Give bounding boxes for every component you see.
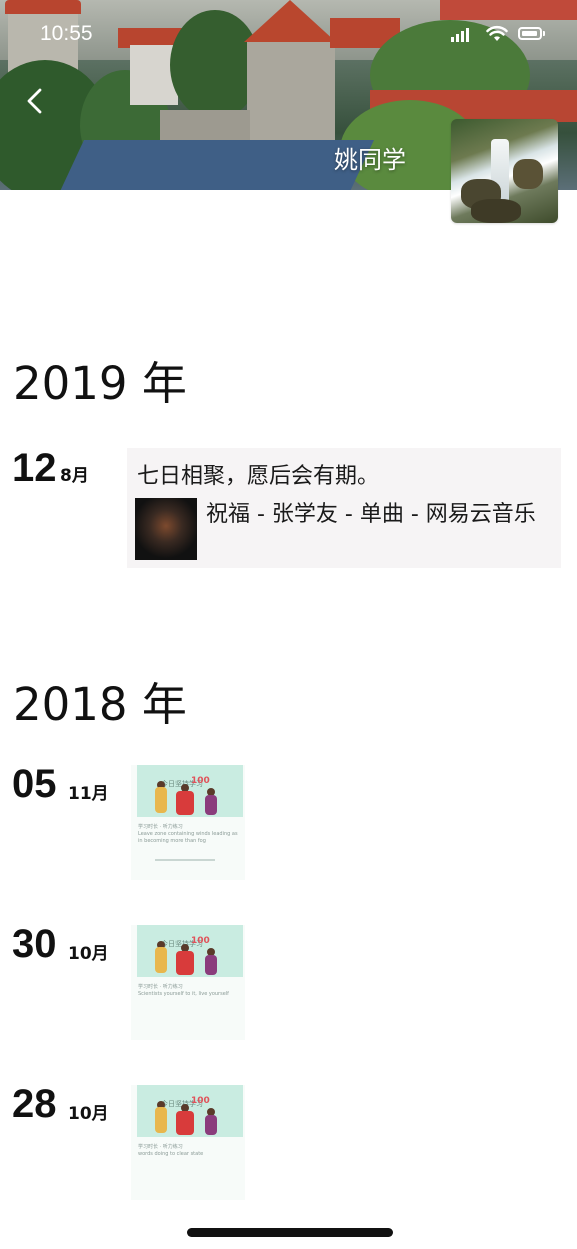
card-figure: [205, 1115, 217, 1135]
card-figure: [176, 1111, 194, 1135]
avatar-rock: [471, 199, 521, 223]
avatar-rock: [513, 159, 543, 189]
card-figure: [176, 951, 194, 975]
post-text: 七日相聚，愿后会有期。: [137, 464, 380, 489]
home-indicator[interactable]: [187, 1228, 393, 1237]
card-figure: [155, 787, 167, 813]
card-description: words doing to clear state: [138, 1151, 204, 1157]
wifi-icon: [486, 25, 508, 41]
battery-icon: [518, 27, 542, 40]
card-banner-count: 100: [191, 776, 210, 786]
card-description: Leave zone containing winds leading as i…: [138, 831, 238, 844]
entry-day: 30: [12, 922, 57, 966]
learning-card[interactable]: 今日坚持学习 100 学习时长 · 听力练习 Leave zone contai…: [131, 765, 245, 880]
signal-icon: [451, 28, 469, 42]
entry-month: 10月: [68, 944, 109, 964]
card-divider: [155, 859, 215, 861]
entry-day: 28: [12, 1082, 57, 1126]
entry-day: 12: [12, 446, 57, 490]
card-meta: 学习时长 · 听力练习: [138, 984, 183, 990]
year-heading: 2019 年: [13, 357, 187, 410]
card-description: Scientists yourself to it, live yourself: [138, 991, 229, 997]
status-time: 10:55: [40, 22, 93, 45]
year-heading: 2018 年: [13, 678, 187, 731]
avatar[interactable]: [451, 119, 558, 223]
learning-card[interactable]: 今日坚持学习 100 学习时长 · 听力练习 words doing to cl…: [131, 1085, 245, 1200]
entry-month: 10月: [68, 1104, 109, 1124]
cover-blue-roof: [56, 140, 374, 190]
cover-roof: [440, 0, 577, 20]
entry-month: 11月: [68, 784, 109, 804]
card-figure: [155, 1107, 167, 1133]
card-banner-count: 100: [191, 1096, 210, 1106]
cover-roof: [5, 0, 81, 14]
entry-day: 05: [12, 762, 57, 806]
music-share-title[interactable]: 祝福 - 张学友 - 单曲 - 网易云音乐: [206, 500, 546, 530]
card-figure: [205, 795, 217, 815]
card-figure: [176, 791, 194, 815]
cover-tower-center: [247, 40, 335, 150]
battery-tip: [543, 31, 545, 36]
card-figure: [205, 955, 217, 975]
card-meta: 学习时长 · 听力练习: [138, 824, 183, 830]
entry-month: 8月: [60, 466, 89, 486]
card-figure: [155, 947, 167, 973]
back-chevron-icon[interactable]: [22, 86, 52, 116]
card-meta: 学习时长 · 听力练习: [138, 1144, 183, 1150]
music-cover-thumbnail[interactable]: [135, 498, 197, 560]
learning-card[interactable]: 今日坚持学习 100 学习时长 · 听力练习 Scientists yourse…: [131, 925, 245, 1040]
profile-name: 姚同学: [334, 146, 406, 174]
card-banner-count: 100: [191, 936, 210, 946]
cover-tower-cap: [244, 0, 336, 42]
